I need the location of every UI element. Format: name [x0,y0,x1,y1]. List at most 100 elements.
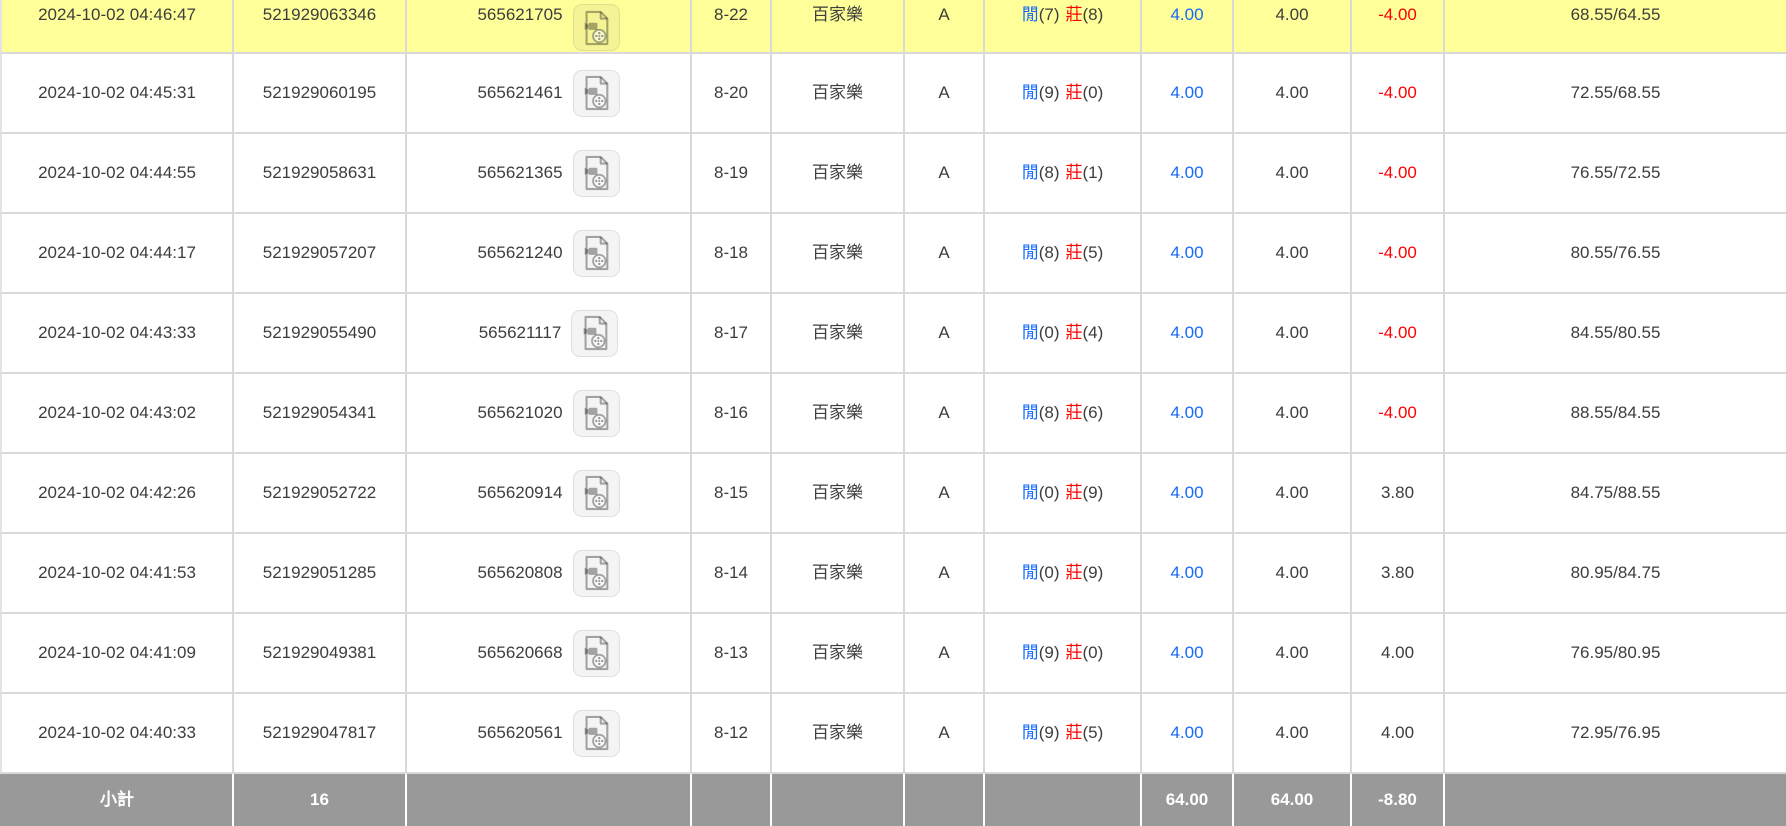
balance-after-before: 84.55/80.55 [1443,294,1786,372]
win-loss-amount: -4.00 [1350,134,1443,212]
round-number: 8-22 [690,0,770,52]
game-id-cell: 565621240 [405,214,690,292]
game-id-cell: 565621461 [405,54,690,132]
game-id: 565621461 [477,82,562,104]
subtotal-bet-total: 64.00 [1140,774,1232,826]
game-id-cell: 565621020 [405,374,690,452]
bet-amount: 4.00 [1140,54,1232,132]
video-file-icon [578,314,612,352]
bet-amount: 4.00 [1140,294,1232,372]
banker-score: (9) [1083,562,1104,584]
banker-label: 莊 [1066,242,1083,264]
valid-bet-amount: 4.00 [1232,374,1350,452]
table-row: 2024-10-02 04:46:47 521929063346 5656217… [0,0,1786,54]
video-replay-button[interactable] [573,630,620,677]
bet-amount: 4.00 [1140,534,1232,612]
balance-after-before: 88.55/84.55 [1443,374,1786,452]
round-number: 8-13 [690,614,770,692]
game-result: 閒(9) 莊(0) [983,54,1140,132]
valid-bet-amount: 4.00 [1232,534,1350,612]
video-replay-button[interactable] [571,310,618,357]
bet-id: 521929054341 [232,374,405,452]
game-result: 閒(0) 莊(9) [983,534,1140,612]
win-loss-amount: 3.80 [1350,534,1443,612]
video-replay-button[interactable] [573,230,620,277]
video-replay-button[interactable] [573,4,620,51]
table-letter: A [903,454,983,532]
banker-label: 莊 [1066,482,1083,504]
game-id: 565621117 [479,322,562,344]
bet-amount: 4.00 [1140,694,1232,772]
round-number: 8-20 [690,54,770,132]
video-replay-button[interactable] [573,710,620,757]
valid-bet-amount: 4.00 [1232,134,1350,212]
bet-time: 2024-10-02 04:43:02 [2,374,232,452]
subtotal-empty-result [983,774,1140,826]
video-file-icon [579,714,613,752]
video-replay-button[interactable] [573,150,620,197]
balance-after-before: 80.55/76.55 [1443,214,1786,292]
round-number: 8-16 [690,374,770,452]
balance-after-before: 68.55/64.55 [1443,0,1786,52]
game-id: 565621020 [477,402,562,424]
game-type: 百家樂 [770,294,903,372]
subtotal-empty-table [903,774,983,826]
player-score: (9) [1039,642,1060,664]
game-result: 閒(0) 莊(9) [983,454,1140,532]
balance-after-before: 84.75/88.55 [1443,454,1786,532]
valid-bet-amount: 4.00 [1232,214,1350,292]
win-loss-amount: 4.00 [1350,614,1443,692]
table-letter: A [903,534,983,612]
player-label: 閒 [1022,242,1039,264]
player-label: 閒 [1022,562,1039,584]
game-id: 565621705 [477,4,562,26]
subtotal-row: 小計 16 64.00 64.00 -8.80 [0,774,1786,826]
player-label: 閒 [1022,722,1039,744]
banker-score: (5) [1083,722,1104,744]
game-type: 百家樂 [770,214,903,292]
video-replay-button[interactable] [573,550,620,597]
round-number: 8-17 [690,294,770,372]
bet-time: 2024-10-02 04:44:17 [2,214,232,292]
bet-amount: 4.00 [1140,214,1232,292]
table-row: 2024-10-02 04:44:17 521929057207 5656212… [0,214,1786,294]
bet-id: 521929047817 [232,694,405,772]
bet-time: 2024-10-02 04:40:33 [2,694,232,772]
bet-amount: 4.00 [1140,134,1232,212]
table-row: 2024-10-02 04:41:09 521929049381 5656206… [0,614,1786,694]
game-result: 閒(8) 莊(1) [983,134,1140,212]
balance-after-before: 72.55/68.55 [1443,54,1786,132]
video-file-icon [579,474,613,512]
player-score: (9) [1039,82,1060,104]
game-id: 565620914 [477,482,562,504]
valid-bet-amount: 4.00 [1232,454,1350,532]
table-letter: A [903,614,983,692]
valid-bet-amount: 4.00 [1232,0,1350,52]
table-letter: A [903,374,983,452]
game-type: 百家樂 [770,454,903,532]
video-file-icon [579,154,613,192]
subtotal-empty-gameid [405,774,690,826]
bet-amount: 4.00 [1140,454,1232,532]
banker-score: (9) [1083,482,1104,504]
valid-bet-amount: 4.00 [1232,614,1350,692]
balance-after-before: 80.95/84.75 [1443,534,1786,612]
game-id-cell: 565621705 [405,0,690,52]
valid-bet-amount: 4.00 [1232,54,1350,132]
video-replay-button[interactable] [573,390,620,437]
subtotal-count: 16 [232,774,405,826]
table-row: 2024-10-02 04:44:55 521929058631 5656213… [0,134,1786,214]
table-letter: A [903,54,983,132]
banker-score: (0) [1083,82,1104,104]
win-loss-amount: 3.80 [1350,454,1443,532]
game-id: 565621365 [477,162,562,184]
video-replay-button[interactable] [573,70,620,117]
table-row: 2024-10-02 04:45:31 521929060195 5656214… [0,54,1786,134]
banker-label: 莊 [1066,562,1083,584]
player-score: (8) [1039,162,1060,184]
video-replay-button[interactable] [573,470,620,517]
game-result: 閒(0) 莊(4) [983,294,1140,372]
banker-score: (5) [1083,242,1104,264]
round-number: 8-14 [690,534,770,612]
game-result: 閒(8) 莊(5) [983,214,1140,292]
